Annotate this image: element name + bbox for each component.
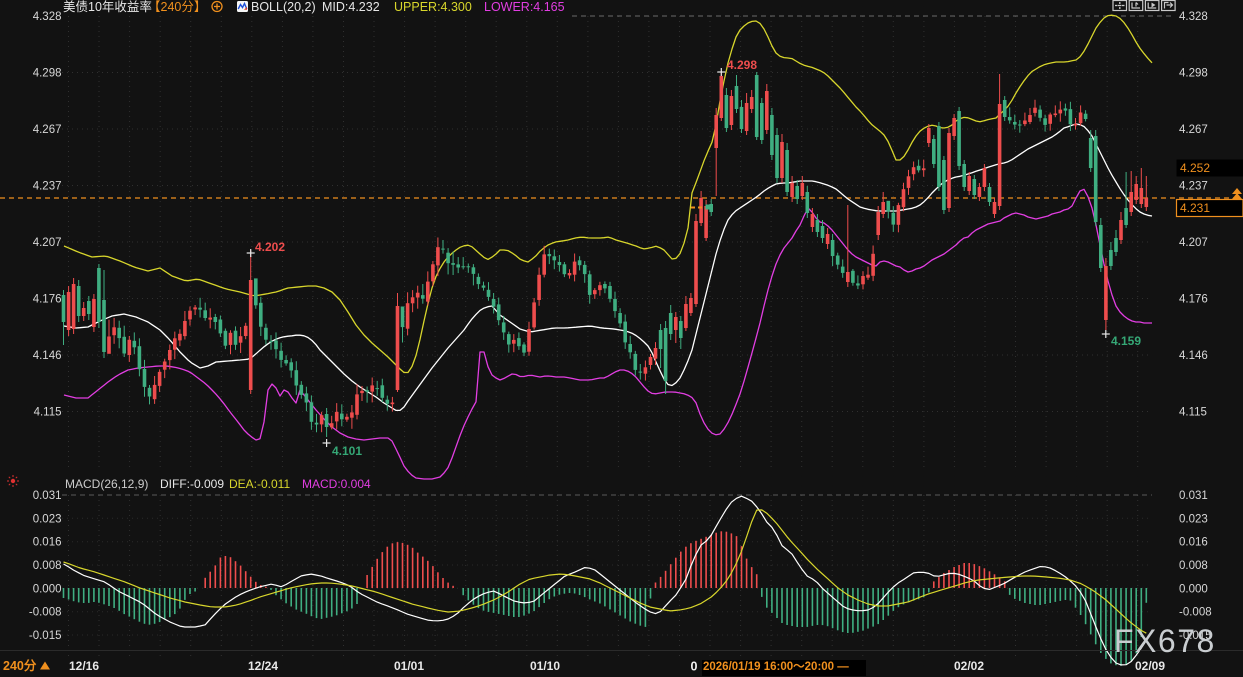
- svg-text:LOWER:4.165: LOWER:4.165: [484, 0, 565, 14]
- svg-text:12/24: 12/24: [248, 659, 278, 673]
- svg-text:0.008: 0.008: [33, 560, 62, 572]
- svg-text:MACD(26,12,9): MACD(26,12,9): [65, 477, 148, 491]
- svg-text:0.031: 0.031: [33, 490, 62, 502]
- svg-text:UPPER:4.300: UPPER:4.300: [394, 0, 472, 14]
- svg-text:MID:4.232: MID:4.232: [322, 0, 380, 14]
- svg-text:4.176: 4.176: [1179, 294, 1208, 306]
- svg-text:12/16: 12/16: [69, 659, 99, 673]
- svg-text:-0.015: -0.015: [29, 630, 62, 642]
- svg-text:0.023: 0.023: [1179, 513, 1208, 525]
- svg-text:-0.008: -0.008: [1179, 607, 1212, 619]
- svg-text:-0.008: -0.008: [29, 607, 62, 619]
- svg-text:DIFF:-0.009: DIFF:-0.009: [160, 477, 224, 491]
- svg-text:01/01: 01/01: [394, 659, 424, 673]
- svg-text:4.159: 4.159: [1111, 334, 1141, 348]
- svg-text:4.207: 4.207: [1179, 237, 1208, 249]
- svg-text:4.207: 4.207: [33, 237, 62, 249]
- svg-text:02/09: 02/09: [1135, 659, 1165, 673]
- svg-text:美债10年收益率: 美债10年收益率: [63, 0, 152, 14]
- svg-text:4.237: 4.237: [33, 181, 62, 193]
- svg-text:4.252: 4.252: [1180, 161, 1210, 175]
- svg-text:4.176: 4.176: [33, 294, 62, 306]
- svg-text:0.023: 0.023: [33, 513, 62, 525]
- svg-text:DEA:-0.011: DEA:-0.011: [229, 477, 290, 491]
- svg-text:4.146: 4.146: [33, 350, 62, 362]
- svg-text:4.267: 4.267: [1179, 124, 1208, 136]
- svg-text:4.298: 4.298: [33, 68, 62, 80]
- svg-text:【240分】: 【240分】: [148, 0, 206, 14]
- svg-text:0: 0: [691, 660, 698, 674]
- svg-text:0.031: 0.031: [1179, 490, 1208, 502]
- svg-text:4.202: 4.202: [255, 240, 285, 254]
- svg-text:02/02: 02/02: [954, 659, 984, 673]
- svg-text:0.008: 0.008: [1179, 560, 1208, 572]
- svg-text:FX678: FX678: [1114, 623, 1216, 659]
- svg-text:4.328: 4.328: [33, 11, 62, 23]
- svg-text:4.146: 4.146: [1179, 350, 1208, 362]
- svg-text:4.101: 4.101: [332, 444, 362, 458]
- svg-text:0.016: 0.016: [33, 537, 62, 549]
- svg-text:BOLL(20,2): BOLL(20,2): [251, 0, 316, 14]
- svg-text:0.000: 0.000: [33, 583, 62, 595]
- svg-text:4.231: 4.231: [1180, 201, 1210, 215]
- svg-text:01/10: 01/10: [530, 659, 560, 673]
- svg-text:0.000: 0.000: [1179, 583, 1208, 595]
- svg-text:4.298: 4.298: [727, 58, 757, 72]
- svg-text:4.267: 4.267: [33, 124, 62, 136]
- svg-text:4.237: 4.237: [1179, 181, 1208, 193]
- svg-text:MACD:0.004: MACD:0.004: [302, 477, 371, 491]
- svg-text:4.115: 4.115: [34, 407, 62, 419]
- svg-text:4.115: 4.115: [1179, 407, 1207, 419]
- svg-text:2026/01/19 16:00～20:00 —: 2026/01/19 16:00～20:00 —: [703, 661, 849, 673]
- svg-text:4.298: 4.298: [1179, 68, 1208, 80]
- svg-text:4.328: 4.328: [1179, 11, 1208, 23]
- svg-text:0.016: 0.016: [1179, 537, 1208, 549]
- svg-text:240分: 240分: [3, 658, 37, 673]
